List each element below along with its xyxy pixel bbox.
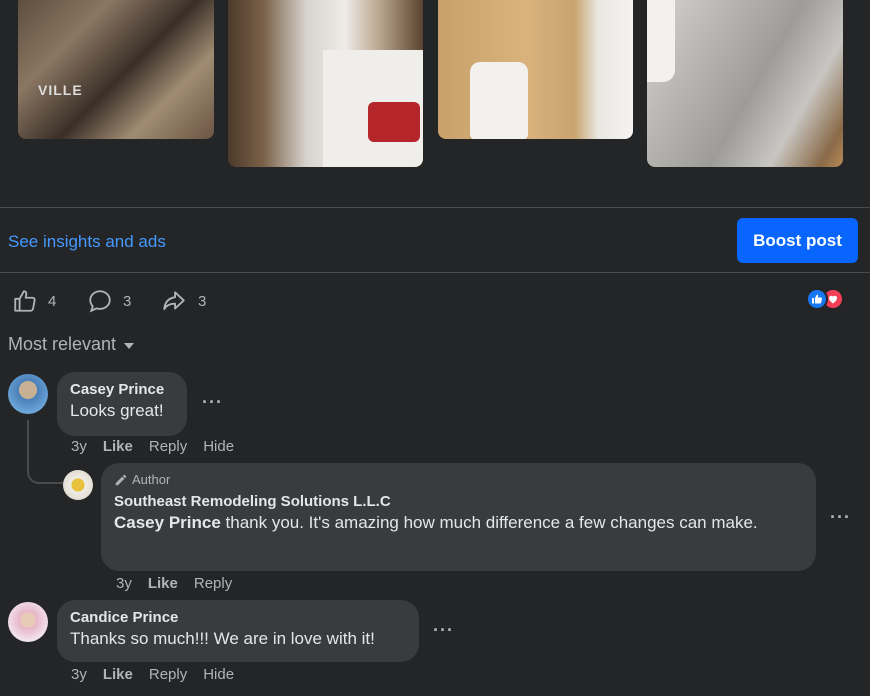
- hide-button[interactable]: Hide: [203, 438, 234, 455]
- post-photo-3[interactable]: [438, 0, 633, 139]
- author-badge-label: Author: [132, 472, 171, 487]
- reaction-summary[interactable]: [806, 288, 844, 310]
- more-options-icon[interactable]: ···: [830, 507, 851, 528]
- comment-action[interactable]: 3: [87, 288, 131, 314]
- share-icon: [163, 291, 185, 311]
- reply-thread-line: [27, 420, 63, 484]
- toilet-shape: [647, 0, 675, 82]
- author-badge: Author: [114, 472, 803, 487]
- like-action[interactable]: 4: [12, 288, 56, 314]
- comment-text: Thanks so much!!! We are in love with it…: [70, 629, 375, 648]
- divider: [0, 207, 870, 208]
- comment-count: 3: [123, 292, 132, 310]
- divider: [0, 272, 870, 273]
- like-button[interactable]: Like: [148, 575, 178, 592]
- comment-meta: 3y Like Reply Hide: [71, 438, 234, 455]
- reply-button[interactable]: Reply: [194, 575, 232, 592]
- photo-label: VILLE: [38, 82, 83, 98]
- more-options-icon[interactable]: ···: [433, 620, 454, 641]
- post-photo-4[interactable]: [647, 0, 843, 167]
- like-count: 4: [48, 292, 57, 310]
- tool-bag-shape: [368, 102, 420, 142]
- comment-sort-dropdown[interactable]: Most relevant: [8, 334, 135, 355]
- comment-bubble: Casey Prince Looks great!: [57, 372, 187, 436]
- comment-author[interactable]: Casey Prince: [70, 381, 174, 398]
- pencil-icon: [115, 474, 127, 485]
- post-photo-1[interactable]: VILLE: [18, 0, 214, 139]
- comment-author[interactable]: Candice Prince: [70, 609, 406, 626]
- like-reaction-icon: [806, 288, 828, 310]
- caret-down-icon: [124, 343, 135, 349]
- comment-text: Casey Prince thank you. It's amazing how…: [114, 510, 803, 535]
- comment-body: thank you. It's amazing how much differe…: [220, 513, 758, 532]
- sort-label: Most relevant: [8, 334, 117, 354]
- comment-bubble: Candice Prince Thanks so much!!! We are …: [57, 600, 419, 662]
- boost-post-button[interactable]: Boost post: [737, 218, 858, 263]
- reply-button[interactable]: Reply: [149, 438, 187, 455]
- thumbs-up-icon: [14, 290, 36, 312]
- see-insights-link[interactable]: See insights and ads: [8, 232, 166, 252]
- like-button[interactable]: Like: [103, 666, 133, 683]
- comment-text: Looks great!: [70, 401, 164, 420]
- avatar[interactable]: [8, 602, 48, 642]
- toilet-shape: [470, 62, 528, 139]
- share-action[interactable]: 3: [160, 288, 206, 314]
- comment-time[interactable]: 3y: [71, 666, 87, 683]
- share-count: 3: [198, 292, 207, 310]
- post-photo-2[interactable]: [228, 0, 423, 167]
- comment-time[interactable]: 3y: [116, 575, 132, 592]
- comment-author[interactable]: Southeast Remodeling Solutions L.L.C: [114, 493, 803, 510]
- reply-button[interactable]: Reply: [149, 666, 187, 683]
- mention-tag[interactable]: Casey Prince: [114, 513, 221, 532]
- comment-meta: 3y Like Reply: [116, 575, 232, 592]
- comment-time[interactable]: 3y: [71, 438, 87, 455]
- comment-meta: 3y Like Reply Hide: [71, 666, 234, 683]
- like-button[interactable]: Like: [103, 438, 133, 455]
- hide-button[interactable]: Hide: [203, 666, 234, 683]
- more-options-icon[interactable]: ···: [202, 392, 223, 413]
- avatar[interactable]: [8, 374, 48, 414]
- comment-bubble: Author Southeast Remodeling Solutions L.…: [101, 463, 816, 571]
- comment-icon: [89, 290, 111, 313]
- avatar[interactable]: [63, 470, 93, 500]
